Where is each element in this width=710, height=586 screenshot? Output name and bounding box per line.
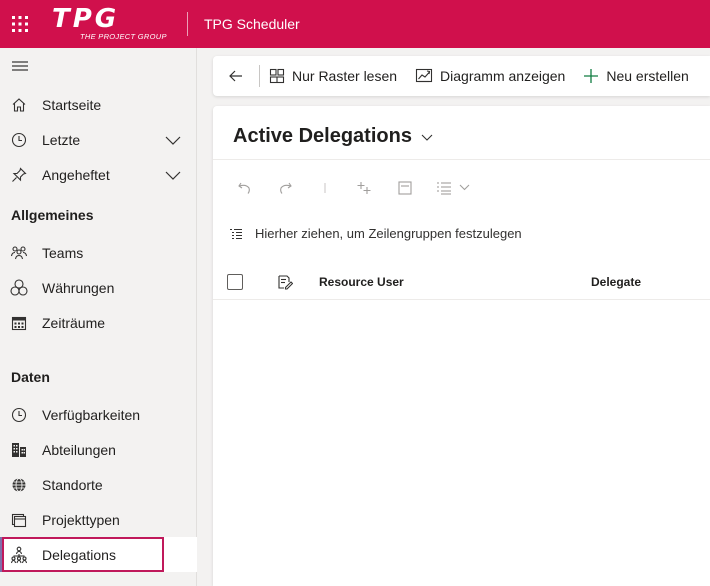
undo-icon[interactable] xyxy=(235,178,255,198)
app-launcher-icon[interactable] xyxy=(0,0,40,48)
logo-subtext: THE PROJECT GROUP xyxy=(80,32,167,41)
view-title: Active Delegations xyxy=(233,125,412,147)
globe-icon xyxy=(10,476,28,494)
header-divider xyxy=(187,12,188,36)
read-only-grid-label: Nur Raster lesen xyxy=(292,68,398,84)
sidebar: Startseite Letzte Angeheftet Allgemeines… xyxy=(0,48,197,586)
sidebar-item-label: Angeheftet xyxy=(42,166,110,183)
sidebar-item-zeitraeume[interactable]: Zeiträume xyxy=(0,305,197,340)
sidebar-item-label: Startseite xyxy=(42,96,102,113)
show-chart-button[interactable]: Diagramm anzeigen xyxy=(406,56,574,96)
building-icon xyxy=(10,441,28,459)
show-chart-label: Diagramm anzeigen xyxy=(440,68,566,84)
sidebar-item-abteilungen[interactable]: Abteilungen xyxy=(0,432,197,467)
group-title-allgemeines: Allgemeines xyxy=(11,207,94,223)
sidebar-item-label: Zeiträume xyxy=(42,314,106,331)
tpg-logo: TPG THE PROJECT GROUP xyxy=(52,0,182,48)
sidebar-item-label: Abteilungen xyxy=(42,441,116,458)
sidebar-item-standorte[interactable]: Standorte xyxy=(0,467,197,502)
chevron-down-icon[interactable] xyxy=(164,131,182,149)
home-icon xyxy=(10,96,28,114)
chevron-down-icon xyxy=(421,134,433,141)
form-icon[interactable] xyxy=(395,178,415,198)
folder-icon xyxy=(10,511,28,529)
list-options-icon[interactable] xyxy=(435,178,475,198)
pin-icon xyxy=(10,166,28,184)
command-bar: Nur Raster lesen Diagramm anzeigen Neu e… xyxy=(213,56,710,96)
coins-icon xyxy=(10,278,28,297)
sidebar-item-waehrungen[interactable]: Währungen xyxy=(0,270,197,305)
people-icon xyxy=(10,244,28,262)
clock-icon xyxy=(10,131,28,149)
new-button[interactable]: Neu erstellen xyxy=(574,56,698,96)
grid-icon xyxy=(269,68,285,84)
sidebar-item-verfuegbarkeiten[interactable]: Verfügbarkeiten xyxy=(0,397,197,432)
main-panel: Active Delegations Hierher ziehen, um Ze… xyxy=(213,106,710,586)
new-label: Neu erstellen xyxy=(606,68,689,84)
divider xyxy=(213,159,710,160)
back-arrow-icon xyxy=(229,70,242,82)
group-by-hint: Hierher ziehen, um Zeilengruppen festzul… xyxy=(255,226,522,241)
select-all-checkbox[interactable] xyxy=(227,273,243,290)
calendar-icon xyxy=(10,314,28,332)
sidebar-item-label: Standorte xyxy=(42,476,103,493)
top-bar: TPG THE PROJECT GROUP TPG Scheduler xyxy=(0,0,710,48)
add-row-icon[interactable] xyxy=(355,178,375,198)
hamburger-menu-icon[interactable] xyxy=(11,58,31,74)
sidebar-item-label: Teams xyxy=(42,244,84,261)
toolbar-divider xyxy=(315,178,335,198)
sidebar-item-label: Währungen xyxy=(42,279,115,296)
org-chart-icon xyxy=(10,546,28,564)
sidebar-item-label: Letzte xyxy=(42,131,81,148)
column-header-resource-user[interactable]: Resource User xyxy=(319,275,404,289)
view-selector[interactable]: Active Delegations xyxy=(233,125,434,148)
app-title[interactable]: TPG Scheduler xyxy=(204,16,300,32)
logo-text: TPG xyxy=(52,4,120,34)
sidebar-item-teams[interactable]: Teams xyxy=(0,235,197,270)
edit-form-icon xyxy=(277,274,293,290)
sidebar-item-startseite[interactable]: Startseite xyxy=(0,87,197,122)
chart-icon xyxy=(415,68,433,83)
chevron-down-icon[interactable] xyxy=(164,166,182,184)
redo-icon[interactable] xyxy=(275,178,295,198)
sidebar-item-letzte[interactable]: Letzte xyxy=(0,122,197,157)
group-by-dropzone[interactable]: Hierher ziehen, um Zeilengruppen festzul… xyxy=(229,226,522,241)
plus-icon xyxy=(584,69,599,83)
grid-toolbar xyxy=(235,178,475,198)
read-only-grid-button[interactable]: Nur Raster lesen xyxy=(260,56,406,96)
sidebar-item-label: Delegations xyxy=(42,546,116,563)
sidebar-item-label: Projekttypen xyxy=(42,511,120,528)
grid-header-row: Resource User Delegate xyxy=(213,264,710,300)
sidebar-item-projekttypen[interactable]: Projekttypen xyxy=(0,502,197,537)
sidebar-item-delegations[interactable]: Delegations xyxy=(0,537,197,572)
clock-icon xyxy=(10,406,28,424)
group-title-daten: Daten xyxy=(11,369,50,385)
back-button[interactable] xyxy=(213,56,259,96)
column-header-delegate[interactable]: Delegate xyxy=(591,275,641,289)
sidebar-item-angeheftet[interactable]: Angeheftet xyxy=(0,157,197,192)
sidebar-item-label: Verfügbarkeiten xyxy=(42,406,141,423)
grouping-icon xyxy=(230,228,242,239)
